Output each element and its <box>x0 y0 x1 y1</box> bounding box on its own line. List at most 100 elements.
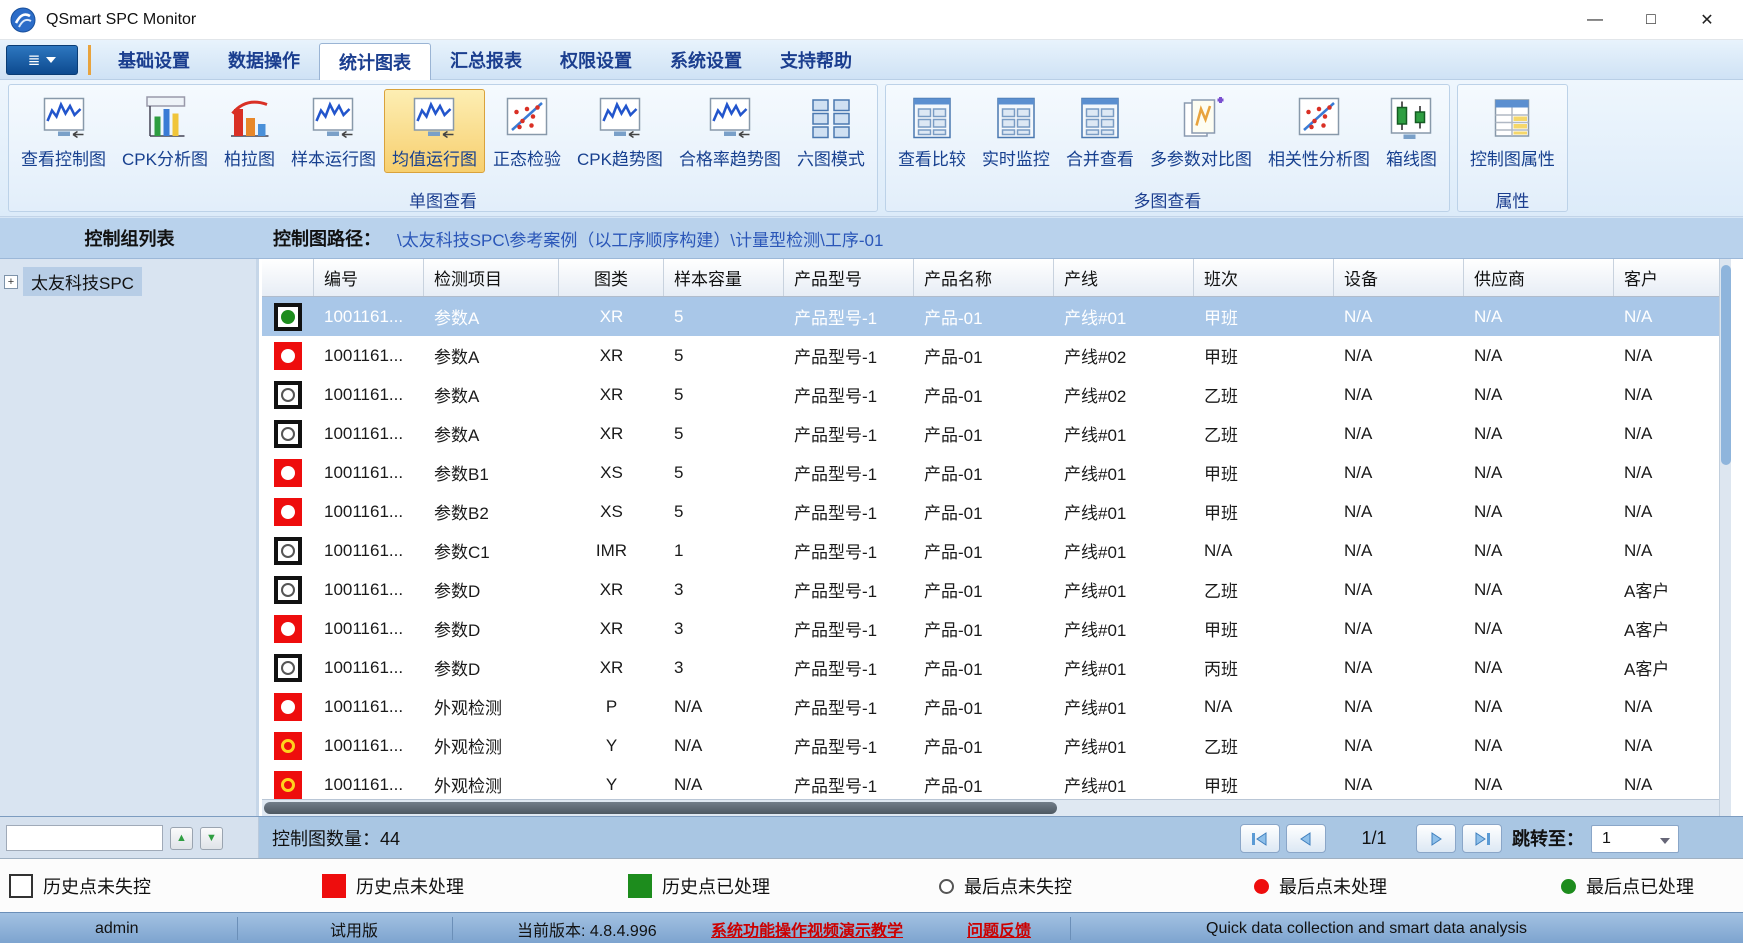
status-cell <box>262 336 314 375</box>
ribbon-button[interactable]: CPK分析图 <box>114 89 216 173</box>
menu-item[interactable]: 统计图表 <box>319 43 431 81</box>
circle-red-icon <box>1254 879 1269 894</box>
last-page-button[interactable] <box>1462 824 1502 853</box>
sample-run-chart-icon <box>309 94 357 142</box>
vertical-scrollbar[interactable] <box>1719 259 1731 816</box>
horizontal-scrollbar-thumb[interactable] <box>264 802 1057 814</box>
table-row[interactable]: 1001161...参数B2XS5产品型号-1产品-01产线#01甲班N/AN/… <box>262 492 1731 531</box>
column-header[interactable]: 产品型号 <box>784 259 914 296</box>
minimize-button[interactable]: — <box>1567 0 1623 40</box>
table-row[interactable]: 1001161...参数DXR3产品型号-1产品-01产线#01甲班N/AN/A… <box>262 609 1731 648</box>
statusbar-edition: 试用版 <box>330 913 378 943</box>
table-cell: Y <box>559 726 664 765</box>
column-header[interactable]: 编号 <box>314 259 424 296</box>
menu-item[interactable]: 汇总报表 <box>431 43 541 77</box>
ribbon-button[interactable]: CPK趋势图 <box>569 89 671 173</box>
table-row[interactable]: 1001161...参数AXR5产品型号-1产品-01产线#01乙班N/AN/A… <box>262 414 1731 453</box>
menu-item[interactable]: 支持帮助 <box>761 43 871 77</box>
table-cell: 3 <box>664 609 784 648</box>
feedback-link[interactable]: 问题反馈 <box>967 913 1031 943</box>
chart-path-label: 控制图路径： <box>273 225 381 251</box>
maximize-button[interactable]: □ <box>1623 0 1679 40</box>
menu-item[interactable]: 数据操作 <box>209 43 319 77</box>
table-row[interactable]: 1001161...参数C1IMR1产品型号-1产品-01产线#01N/AN/A… <box>262 531 1731 570</box>
ribbon-button[interactable]: 查看比较 <box>890 89 974 173</box>
table-row[interactable]: 1001161...外观检测YN/A产品型号-1产品-01产线#01乙班N/AN… <box>262 726 1731 765</box>
ribbon-button[interactable]: 查看控制图 <box>13 89 114 173</box>
table-row[interactable]: 1001161...参数DXR3产品型号-1产品-01产线#01乙班N/AN/A… <box>262 570 1731 609</box>
table-cell: 产线#01 <box>1054 414 1194 453</box>
ribbon-button[interactable]: 正态检验 <box>485 89 569 173</box>
table-row[interactable]: 1001161...参数AXR5产品型号-1产品-01产线#02乙班N/AN/A… <box>262 375 1731 414</box>
table-cell: 产线#01 <box>1054 687 1194 726</box>
next-page-button[interactable] <box>1416 824 1456 853</box>
table-cell: 1 <box>664 531 784 570</box>
column-header[interactable]: 班次 <box>1194 259 1334 296</box>
column-header[interactable]: 供应商 <box>1464 259 1614 296</box>
ribbon-button[interactable]: 样本运行图 <box>283 89 384 173</box>
table-row[interactable]: 1001161...外观检测PN/A产品型号-1产品-01产线#01N/AN/A… <box>262 687 1731 726</box>
table-cell: 参数D <box>424 570 559 609</box>
ribbon-button[interactable]: 箱线图 <box>1378 89 1445 173</box>
close-button[interactable]: ✕ <box>1679 0 1735 40</box>
jump-to-dropdown[interactable]: 1 <box>1591 825 1679 853</box>
arrow-up-icon: ▲ <box>176 832 187 844</box>
table-row[interactable]: 1001161...参数DXR3产品型号-1产品-01产线#01丙班N/AN/A… <box>262 648 1731 687</box>
column-header[interactable]: 产品名称 <box>914 259 1054 296</box>
square-outline-icon <box>9 874 33 898</box>
ribbon-button[interactable]: 控制图属性 <box>1462 89 1563 173</box>
column-header[interactable]: 检测项目 <box>424 259 559 296</box>
vertical-scrollbar-thumb[interactable] <box>1721 265 1731 465</box>
jump-to-value: 1 <box>1602 830 1611 848</box>
tree-search-input[interactable] <box>6 825 163 851</box>
table-row[interactable]: 1001161...参数AXR5产品型号-1产品-01产线#01甲班N/AN/A… <box>262 297 1731 336</box>
red-square-white-dot-icon <box>274 342 302 370</box>
menu-item[interactable]: 基础设置 <box>99 43 209 77</box>
menu-items: 基础设置数据操作统计图表汇总报表权限设置系统设置支持帮助 <box>99 39 871 81</box>
ribbon-button[interactable]: 柏拉图 <box>216 89 283 173</box>
prev-page-button[interactable] <box>1286 824 1326 853</box>
ribbon-button[interactable]: 多参数对比图 <box>1142 89 1260 173</box>
ribbon-button-label: 合并查看 <box>1066 145 1134 170</box>
table-cell: 参数A <box>424 297 559 336</box>
menu-item[interactable]: 权限设置 <box>541 43 651 77</box>
ribbon-button[interactable]: 合格率趋势图 <box>671 89 789 173</box>
table-cell: A客户 <box>1614 570 1731 609</box>
ribbon-button[interactable]: 均值运行图 <box>384 89 485 173</box>
table-cell: 1001161... <box>314 648 424 687</box>
status-column-header[interactable] <box>262 259 314 296</box>
table-cell: 乙班 <box>1194 375 1334 414</box>
table-cell: 产线#01 <box>1054 453 1194 492</box>
column-header[interactable]: 客户 <box>1614 259 1731 296</box>
table-row[interactable]: 1001161...参数B1XS5产品型号-1产品-01产线#01甲班N/AN/… <box>262 453 1731 492</box>
menu-item[interactable]: 系统设置 <box>651 43 761 77</box>
table-cell: 产品型号-1 <box>784 336 914 375</box>
app-menu-button[interactable]: ≣ <box>6 45 78 75</box>
ribbon-button[interactable]: 实时监控 <box>974 89 1058 173</box>
column-header[interactable]: 样本容量 <box>664 259 784 296</box>
column-header[interactable]: 图类 <box>559 259 664 296</box>
tree-item[interactable]: +太友科技SPC <box>4 267 256 296</box>
ribbon-button[interactable]: 相关性分析图 <box>1260 89 1378 173</box>
video-tutorial-link[interactable]: 系统功能操作视频演示教学 <box>711 913 903 943</box>
column-header[interactable]: 设备 <box>1334 259 1464 296</box>
table-cell: N/A <box>1464 648 1614 687</box>
search-down-button[interactable]: ▼ <box>200 827 223 850</box>
ribbon-group-label: 属性 <box>1458 186 1567 211</box>
status-cell <box>262 414 314 453</box>
search-up-button[interactable]: ▲ <box>170 827 193 850</box>
ribbon-toolbar: 查看控制图CPK分析图柏拉图样本运行图均值运行图正态检验CPK趋势图合格率趋势图… <box>0 80 1743 217</box>
ribbon-button[interactable]: 六图模式 <box>789 89 873 173</box>
table-row[interactable]: 1001161...参数AXR5产品型号-1产品-01产线#02甲班N/AN/A… <box>262 336 1731 375</box>
tree-expander-icon[interactable]: + <box>4 275 18 289</box>
ribbon-button[interactable]: 合并查看 <box>1058 89 1142 173</box>
first-page-button[interactable] <box>1240 824 1280 853</box>
ribbon-button-label: 样本运行图 <box>291 145 376 170</box>
table-cell: 参数A <box>424 375 559 414</box>
list-icon: ≣ <box>28 51 41 69</box>
ribbon-group: 查看比较实时监控合并查看多参数对比图相关性分析图箱线图多图查看 <box>885 84 1450 212</box>
table-cell: 参数B1 <box>424 453 559 492</box>
table-cell: 产线#02 <box>1054 375 1194 414</box>
column-header[interactable]: 产线 <box>1054 259 1194 296</box>
horizontal-scrollbar[interactable] <box>262 799 1719 816</box>
